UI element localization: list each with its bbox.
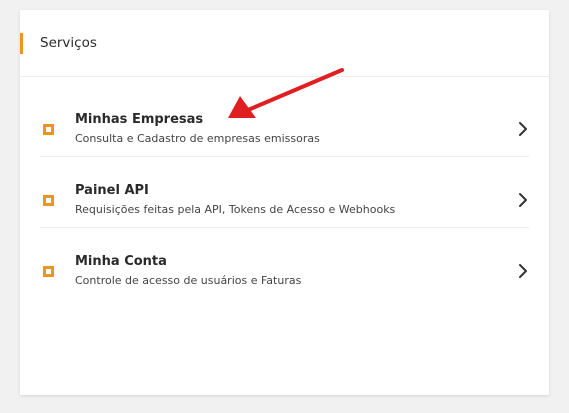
card-header: Serviços <box>20 10 549 77</box>
chevron-right-icon[interactable] <box>517 263 529 279</box>
card-title: Serviços <box>40 35 97 51</box>
item-title: Minhas Empresas <box>75 112 204 127</box>
item-title: Painel API <box>75 183 149 198</box>
chevron-right-icon[interactable] <box>517 121 529 137</box>
service-item-painel-api[interactable]: Painel API Requisições feitas pela API, … <box>20 157 549 228</box>
item-subtitle: Requisições feitas pela API, Tokens de A… <box>75 203 396 216</box>
item-subtitle: Controle de acesso de usuários e Faturas <box>75 274 302 287</box>
square-outline-icon <box>43 124 54 135</box>
square-outline-icon <box>43 266 54 277</box>
service-item-minhas-empresas[interactable]: Minhas Empresas Consulta e Cadastro de e… <box>20 86 549 157</box>
header-accent-bar <box>20 33 23 54</box>
services-list: Minhas Empresas Consulta e Cadastro de e… <box>20 86 549 298</box>
service-item-minha-conta[interactable]: Minha Conta Controle de acesso de usuári… <box>20 228 549 298</box>
chevron-right-icon[interactable] <box>517 192 529 208</box>
item-subtitle: Consulta e Cadastro de empresas emissora… <box>75 132 320 145</box>
item-title: Minha Conta <box>75 254 167 269</box>
services-card: Serviços Minhas Empresas Consulta e Cada… <box>20 10 549 395</box>
square-outline-icon <box>43 195 54 206</box>
